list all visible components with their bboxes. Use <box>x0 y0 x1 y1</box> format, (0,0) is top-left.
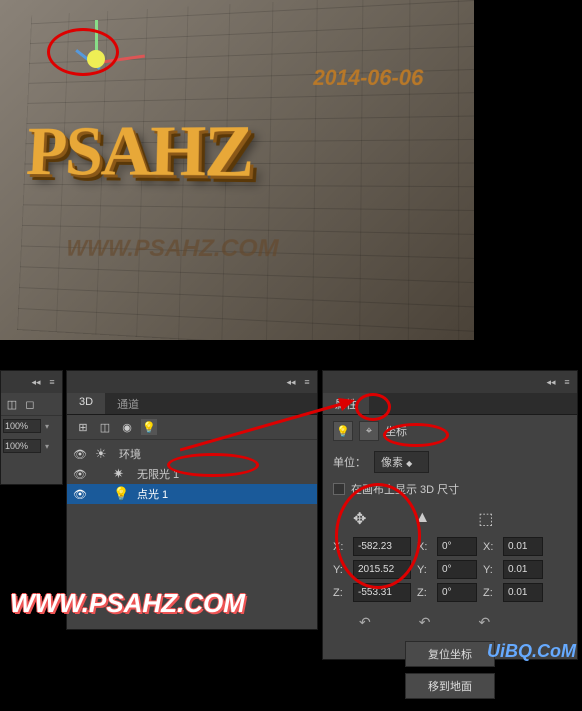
tree-environment[interactable]: 👁 ☀ 环境 <box>67 444 317 464</box>
coords-grid: X: X: X: Y: Y: Y: Z: Z: Z: <box>333 537 567 602</box>
light-filter-icon[interactable]: 💡 <box>141 419 157 435</box>
y-label: Y: <box>333 564 347 576</box>
annotation-circle <box>47 28 119 76</box>
y-scale-input[interactable] <box>503 560 543 579</box>
show-3d-label: 在画布上显示 3D 尺寸 <box>351 481 459 497</box>
reset-row: ↶ ↶ ↶ <box>333 612 567 633</box>
opacity-row-2: ▾ <box>1 436 62 456</box>
material-filter-icon[interactable]: ◉ <box>119 419 135 435</box>
unit-label: 单位： <box>333 454 366 470</box>
collapse-icon[interactable]: ◂◂ <box>30 377 42 387</box>
date-text: 2014-06-06 <box>314 65 424 92</box>
scene-filter-icon[interactable]: ⊞ <box>75 419 91 435</box>
menu-icon[interactable]: ≡ <box>301 377 313 387</box>
coords-mode-icon[interactable]: ⌖ <box>359 421 379 441</box>
move-btn-row: 移到地面 <box>333 673 567 699</box>
move-to-ground-button[interactable]: 移到地面 <box>405 673 495 699</box>
visibility-icon[interactable]: 👁 <box>73 448 87 461</box>
z-pos-input[interactable] <box>353 583 411 602</box>
reset-pos-icon[interactable]: ↶ <box>359 614 371 631</box>
tab-row: 属性 <box>323 393 577 415</box>
x-scale-input[interactable] <box>503 537 543 556</box>
scale-icon[interactable]: ⬚ <box>478 509 493 529</box>
tab-properties[interactable]: 属性 <box>323 393 369 414</box>
mesh-filter-icon[interactable]: ◫ <box>97 419 113 435</box>
z-label: Z: <box>333 587 347 599</box>
tree-label: 无限光 1 <box>137 466 179 482</box>
point-light-icon: 💡 <box>113 486 129 502</box>
tree-point-light[interactable]: 👁 💡 点光 1 <box>67 484 317 504</box>
opacity-row-1: ▾ <box>1 416 62 436</box>
sx-label: X: <box>483 541 497 553</box>
collapse-icon[interactable]: ◂◂ <box>285 377 297 387</box>
tab-channels[interactable]: 通道 <box>105 393 151 414</box>
main-3d-text: PSAHZ <box>25 109 253 195</box>
tab-3d[interactable]: 3D <box>67 393 105 414</box>
opacity-input-2[interactable] <box>3 439 41 453</box>
infinite-light-icon: ✷ <box>113 466 129 482</box>
menu-icon[interactable]: ≡ <box>561 377 573 387</box>
show-3d-row: 在画布上显示 3D 尺寸 <box>333 481 567 497</box>
tree-label: 环境 <box>119 446 141 462</box>
watermark-main: WWW.PSAHZ.COM <box>10 588 245 619</box>
environment-icon: ☀ <box>95 446 111 462</box>
visibility-icon[interactable]: 👁 <box>73 468 87 481</box>
reset-scale-icon[interactable]: ↶ <box>478 614 490 631</box>
tool-row: ◫ ◻ <box>1 393 62 416</box>
canvas-preview: 2014-06-06 PSAHZ WWW.PSAHZ.COM <box>0 0 474 340</box>
collapse-icon[interactable]: ◂◂ <box>545 377 557 387</box>
show-3d-checkbox[interactable] <box>333 483 345 495</box>
filter-tools: ⊞ ◫ ◉ 💡 <box>67 415 317 440</box>
x-label: X: <box>333 541 347 553</box>
dropdown-icon[interactable]: ▾ <box>45 442 49 451</box>
scene-tree: 👁 ☀ 环境 👁 ✷ 无限光 1 👁 💡 点光 1 <box>67 440 317 508</box>
watermark-secondary: UiBQ.CoM <box>487 641 576 662</box>
dropdown-icon[interactable]: ▾ <box>45 422 49 431</box>
panel-header: ◂◂ ≡ <box>67 371 317 393</box>
x-rot-input[interactable] <box>437 537 477 556</box>
rotate-icon[interactable]: ▲ <box>414 509 430 529</box>
reset-coords-button[interactable]: 复位坐标 <box>405 641 495 667</box>
z-scale-input[interactable] <box>503 583 543 602</box>
y-pos-input[interactable] <box>353 560 411 579</box>
move-icon[interactable]: ✥ <box>353 509 366 529</box>
x-pos-input[interactable] <box>353 537 411 556</box>
rz-label: Z: <box>417 587 431 599</box>
properties-panel: ◂◂ ≡ 属性 💡 ⌖ 坐标 单位： 像素 ◆ 在画布上显示 3D 尺寸 ✥ ▲… <box>322 370 578 660</box>
unit-row: 单位： 像素 ◆ <box>333 451 567 473</box>
reset-rot-icon[interactable]: ↶ <box>419 614 431 631</box>
light-mode-icon[interactable]: 💡 <box>333 421 353 441</box>
3d-gizmo[interactable] <box>55 20 135 100</box>
opacity-input-1[interactable] <box>3 419 41 433</box>
menu-icon[interactable]: ≡ <box>46 377 58 387</box>
panel-header: ◂◂ ≡ <box>1 371 62 393</box>
y-rot-input[interactable] <box>437 560 477 579</box>
tree-infinite-light[interactable]: 👁 ✷ 无限光 1 <box>67 464 317 484</box>
visibility-icon[interactable]: 👁 <box>73 488 87 501</box>
ry-label: Y: <box>417 564 431 576</box>
tree-label: 点光 1 <box>137 486 168 502</box>
frame-icon[interactable]: ◻ <box>22 396 38 412</box>
rx-label: X: <box>417 541 431 553</box>
layers-mini-panel: ◂◂ ≡ ◫ ◻ ▾ ▾ <box>0 370 63 485</box>
crop-icon[interactable]: ◫ <box>4 396 20 412</box>
prop-mode-row: 💡 ⌖ 坐标 <box>333 421 567 441</box>
coords-label: 坐标 <box>385 423 407 439</box>
url-shadow-text: WWW.PSAHZ.COM <box>66 235 279 264</box>
tab-row: 3D 通道 <box>67 393 317 415</box>
properties-body: 💡 ⌖ 坐标 单位： 像素 ◆ 在画布上显示 3D 尺寸 ✥ ▲ ⬚ X: X:… <box>323 415 577 711</box>
transform-mode-row: ✥ ▲ ⬚ <box>333 507 567 531</box>
sz-label: Z: <box>483 587 497 599</box>
z-rot-input[interactable] <box>437 583 477 602</box>
sy-label: Y: <box>483 564 497 576</box>
unit-dropdown[interactable]: 像素 ◆ <box>374 451 429 473</box>
panel-header: ◂◂ ≡ <box>323 371 577 393</box>
